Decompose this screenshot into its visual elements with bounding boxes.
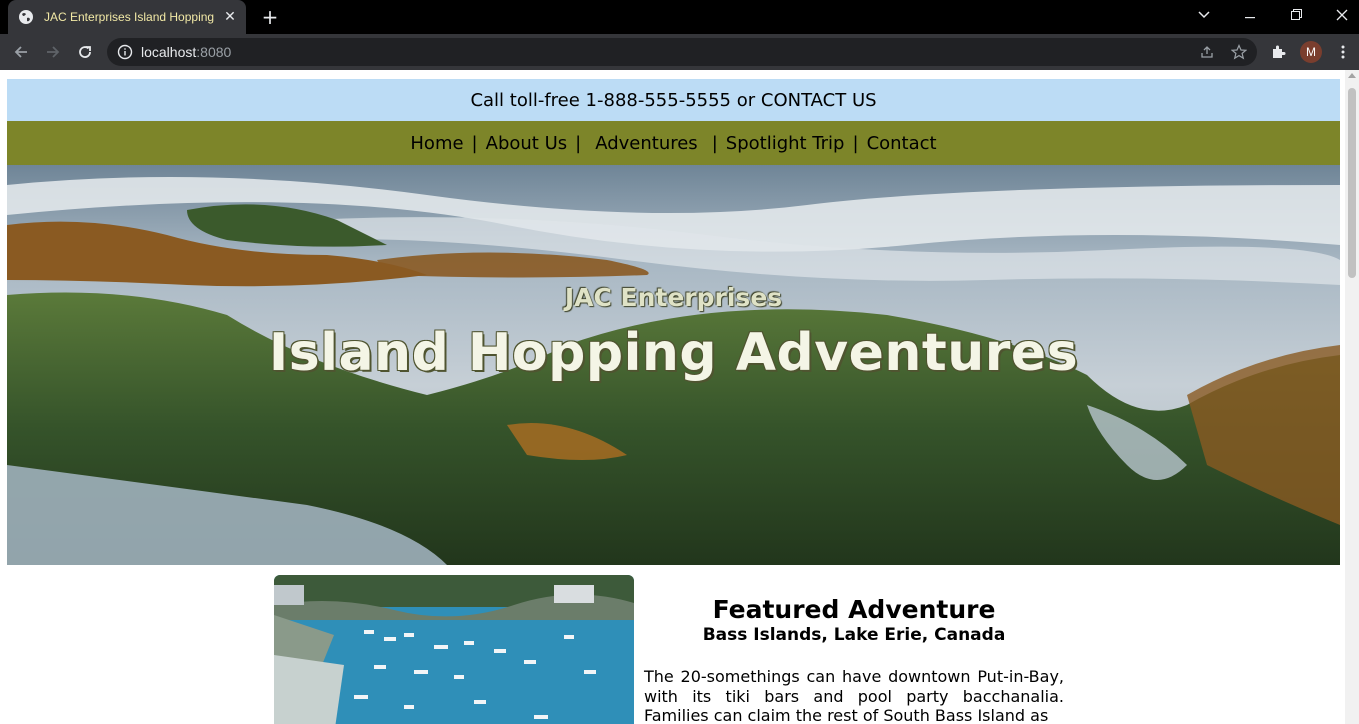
featured-heading: Featured Adventure bbox=[712, 595, 996, 624]
tab-title: JAC Enterprises Island Hopping A bbox=[44, 10, 214, 24]
restore-button[interactable] bbox=[1273, 0, 1319, 30]
browser-tab-strip: JAC Enterprises Island Hopping A ✕ + bbox=[0, 0, 1359, 34]
new-tab-button[interactable]: + bbox=[258, 5, 282, 29]
featured-harbor-image bbox=[274, 575, 634, 724]
nav-separator: | bbox=[575, 132, 582, 154]
reload-icon[interactable] bbox=[73, 40, 97, 64]
call-banner: Call toll-free 1-888-555-5555 or CONTACT… bbox=[7, 79, 1340, 121]
featured-description: The 20-somethings can have downtown Put-… bbox=[644, 667, 1064, 724]
scroll-up-arrow-icon[interactable] bbox=[1348, 73, 1356, 78]
page-scrollbar[interactable] bbox=[1345, 70, 1359, 724]
nav-separator: | bbox=[471, 132, 478, 154]
nav-separator: | bbox=[711, 132, 718, 154]
tab-search-icon[interactable] bbox=[1181, 0, 1227, 30]
more-menu-icon[interactable] bbox=[1334, 43, 1352, 61]
address-bar[interactable]: localhost:8080 bbox=[107, 38, 1257, 66]
globe-icon bbox=[18, 9, 34, 25]
nav-about-us[interactable]: About Us bbox=[486, 133, 568, 154]
close-tab-icon[interactable]: ✕ bbox=[222, 9, 238, 25]
forward-icon[interactable] bbox=[41, 40, 65, 64]
nav-separator: | bbox=[852, 132, 859, 154]
share-icon[interactable] bbox=[1199, 44, 1215, 60]
profile-avatar[interactable]: M bbox=[1300, 41, 1322, 63]
info-icon[interactable] bbox=[117, 44, 133, 60]
nav-contact[interactable]: Contact bbox=[867, 133, 937, 154]
nav-spotlight-trip[interactable]: Spotlight Trip bbox=[726, 133, 845, 154]
bookmark-star-icon[interactable] bbox=[1230, 44, 1248, 60]
contact-us-link[interactable]: CONTACT US bbox=[761, 90, 877, 111]
back-icon[interactable] bbox=[9, 40, 33, 64]
minimize-button[interactable] bbox=[1227, 0, 1273, 30]
hero-title: Island Hopping Adventures bbox=[268, 323, 1079, 383]
nav-adventures[interactable]: Adventures bbox=[595, 133, 697, 154]
url-text: localhost:8080 bbox=[141, 44, 232, 60]
hero-banner: JAC Enterprises Island Hopping Adventure… bbox=[7, 165, 1340, 565]
browser-toolbar: localhost:8080 M bbox=[0, 34, 1359, 70]
close-window-button[interactable] bbox=[1319, 0, 1359, 30]
main-nav: Home | About Us | Adventures | Spotlight… bbox=[7, 121, 1340, 165]
call-text: Call toll-free 1-888-555-5555 or bbox=[470, 89, 756, 111]
hero-subtitle: JAC Enterprises bbox=[564, 283, 783, 312]
featured-subheading: Bass Islands, Lake Erie, Canada bbox=[702, 625, 1006, 645]
extensions-puzzle-icon[interactable] bbox=[1270, 43, 1288, 61]
page-viewport: Call toll-free 1-888-555-5555 or CONTACT… bbox=[0, 70, 1359, 724]
scrollbar-thumb[interactable] bbox=[1348, 88, 1356, 278]
nav-home[interactable]: Home bbox=[410, 133, 463, 154]
browser-tab[interactable]: JAC Enterprises Island Hopping A ✕ bbox=[8, 0, 246, 34]
